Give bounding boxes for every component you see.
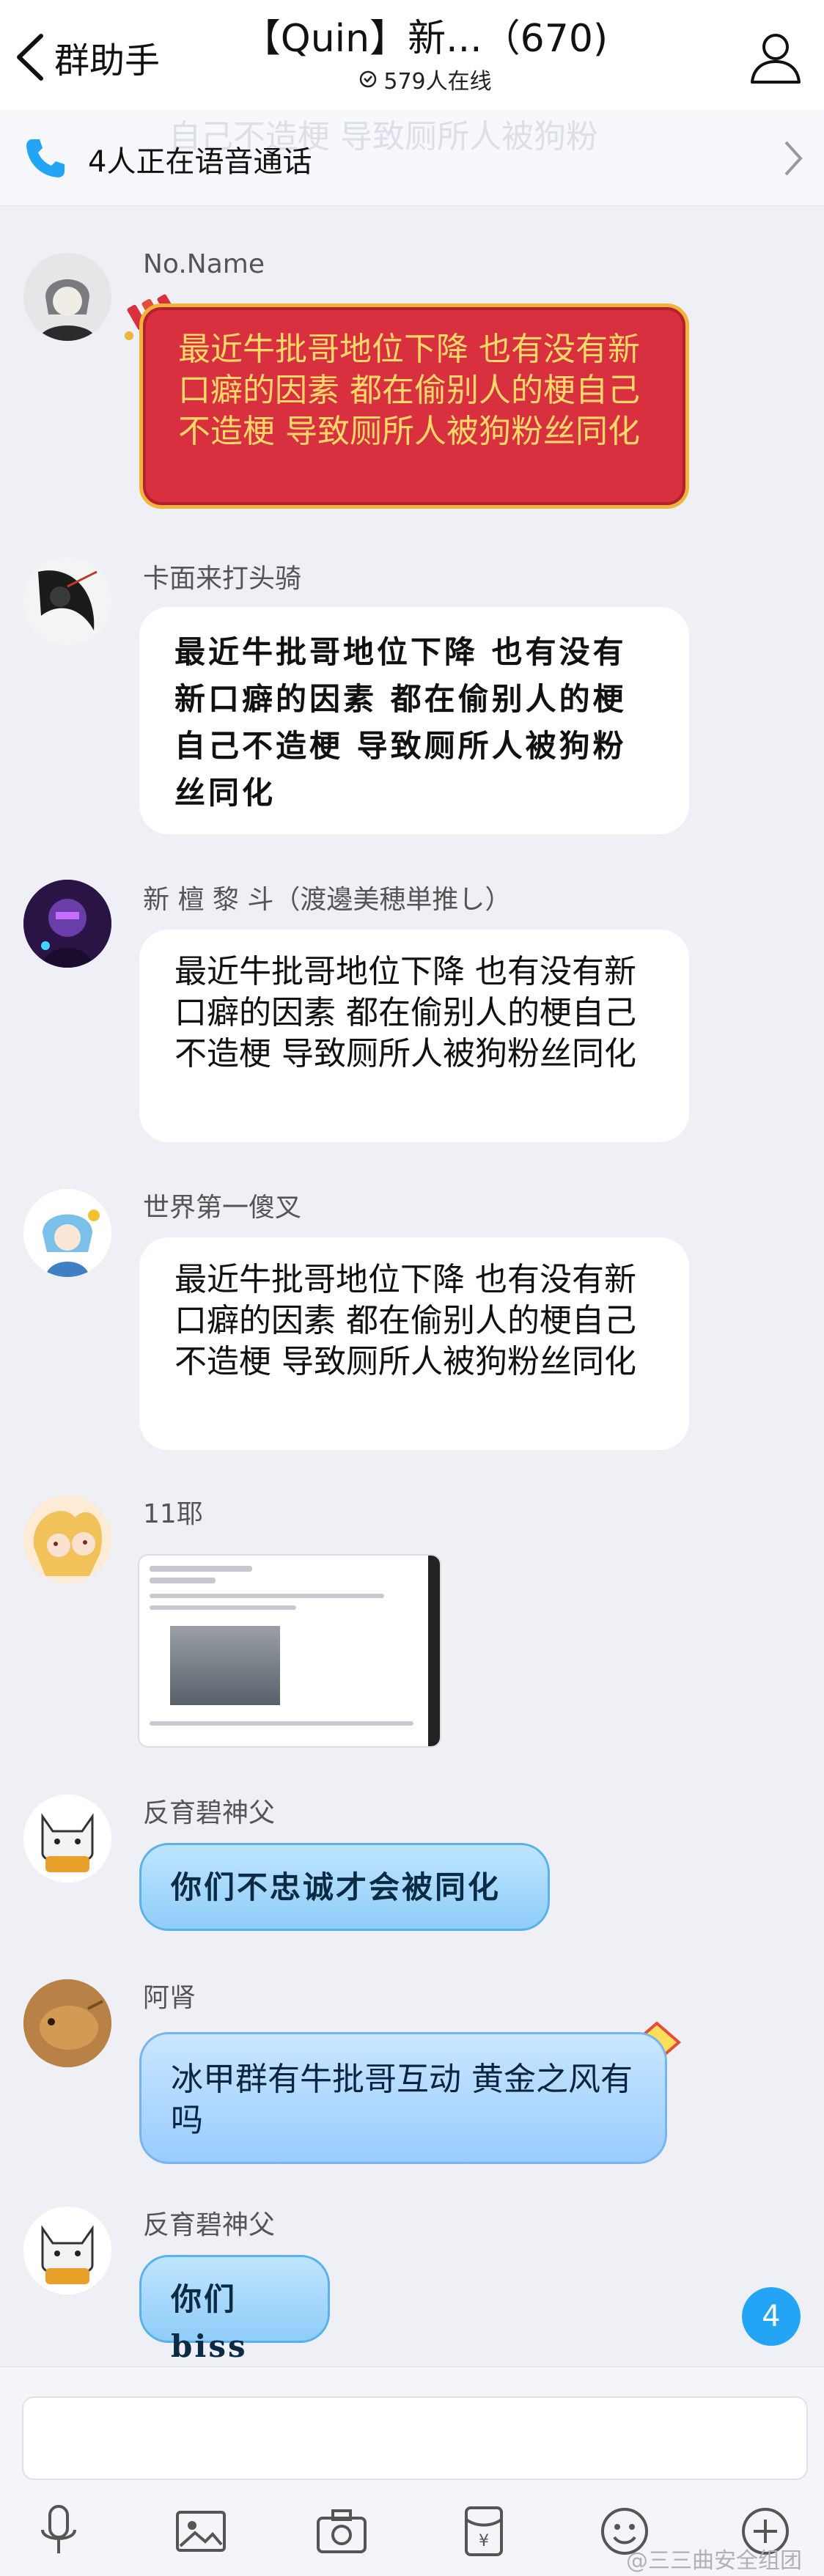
sender-name: 新 檀 黎 斗（渡邊美穂単推し）	[143, 885, 512, 915]
message-bubble[interactable]: 最近牛批哥地位下降 也有没有新口癖的因素 都在偷别人的梗自己不造梗 导致厕所人被…	[139, 607, 689, 834]
avatar[interactable]	[23, 1795, 111, 1883]
avatar[interactable]	[23, 253, 111, 341]
unread-badge[interactable]: 4	[742, 2287, 801, 2346]
message-input[interactable]	[22, 2396, 808, 2480]
avatar-image	[23, 880, 111, 968]
sender-name: 反育碧神父	[143, 2210, 276, 2240]
chevron-left-icon	[17, 34, 43, 81]
avatar-image	[23, 557, 111, 645]
avatar[interactable]	[23, 557, 111, 645]
sender-name: 阿肾	[143, 1983, 196, 2013]
message-bubble[interactable]: 最近牛批哥地位下降 也有没有新口癖的因素 都在偷别人的梗自己不造梗 导致厕所人被…	[139, 303, 689, 509]
avatar[interactable]	[23, 880, 111, 968]
watermark: @三三曲安全组团	[626, 2548, 802, 2574]
online-count: 579人在线	[383, 69, 492, 95]
message-bubble[interactable]: 最近牛批哥地位下降 也有没有新口癖的因素 都在偷别人的梗自己不造梗 导致厕所人被…	[139, 930, 689, 1142]
chevron-right-icon	[784, 141, 803, 176]
voice-call-text: 4人正在语音通话	[88, 145, 312, 179]
avatar[interactable]	[23, 1495, 111, 1583]
avatar[interactable]	[23, 1189, 111, 1277]
back-button[interactable]: 群助手	[13, 28, 182, 87]
message-bubble[interactable]: 你们biss	[139, 2255, 330, 2364]
avatar[interactable]	[23, 1979, 111, 2067]
chat-header: 群助手 【Quin】新...（670) 579人在线	[0, 0, 824, 111]
message-bubble[interactable]: 冰甲群有牛批哥互动 黄金之风有吗	[139, 2032, 667, 2164]
avatar-image	[23, 253, 111, 341]
avatar-image	[23, 1795, 111, 1883]
back-label: 群助手	[54, 40, 161, 81]
online-icon	[360, 70, 377, 88]
voice-call-bar[interactable]: 自己不造梗 导致厕所人被狗粉 4人正在语音通话	[0, 110, 824, 206]
phone-icon	[26, 139, 65, 177]
title-area[interactable]: 【Quin】新...（670) 579人在线	[220, 16, 630, 95]
avatar-image	[23, 1979, 111, 2067]
avatar-image	[23, 1495, 111, 1583]
sender-name: 卡面来打头骑	[143, 564, 302, 594]
avatar-image	[23, 1189, 111, 1277]
red-packet-icon[interactable]: ¥	[455, 2502, 513, 2561]
camera-icon[interactable]	[312, 2502, 371, 2561]
online-status: 579人在线	[220, 63, 630, 95]
microphone-icon[interactable]	[29, 2502, 88, 2561]
sender-name: 11耶	[143, 1499, 203, 1529]
avatar[interactable]	[23, 2207, 111, 2295]
group-members-icon[interactable]	[745, 26, 806, 88]
group-title: 【Quin】新...（670)	[242, 17, 608, 61]
avatar-image	[23, 2207, 111, 2295]
sender-name: No.Name	[143, 249, 265, 279]
sender-name: 反育碧神父	[143, 1798, 276, 1828]
svg-text:¥: ¥	[479, 2532, 489, 2550]
image-message[interactable]	[139, 1556, 440, 1746]
message-bubble[interactable]: 最近牛批哥地位下降 也有没有新口癖的因素 都在偷别人的梗自己不造梗 导致厕所人被…	[139, 1237, 689, 1450]
sender-name: 世界第一傻叉	[143, 1193, 302, 1223]
image-icon[interactable]	[172, 2502, 230, 2561]
message-bubble[interactable]: 你们不忠诚才会被同化	[139, 1843, 550, 1931]
photo-thumbnail	[170, 1626, 280, 1705]
